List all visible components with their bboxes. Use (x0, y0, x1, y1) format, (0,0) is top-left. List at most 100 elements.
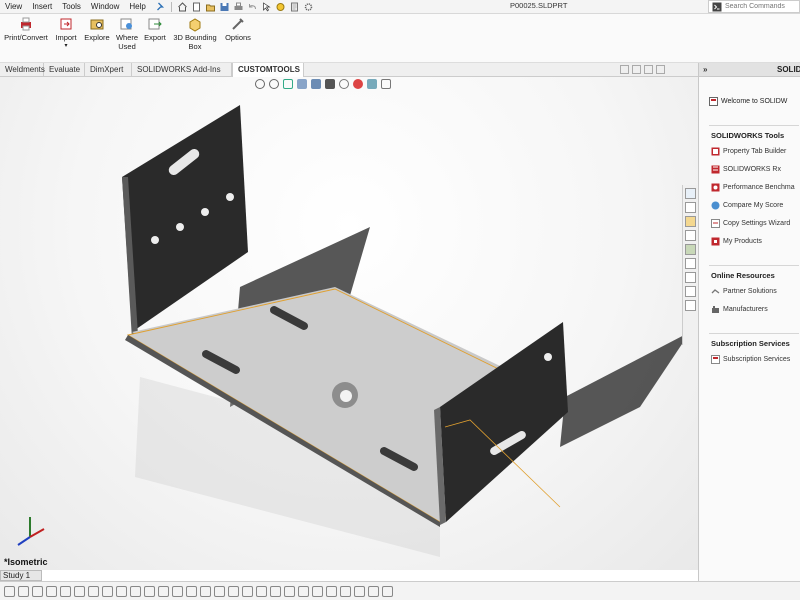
toolbar-divider (170, 1, 172, 12)
left-wall-hole-2 (176, 223, 184, 231)
welcome-label: Welcome to SOLIDW (721, 98, 788, 105)
import-dropdown-icon[interactable]: ▾ (64, 42, 67, 51)
bottom-tool-13[interactable] (172, 585, 183, 597)
bottom-tool-10[interactable] (130, 585, 141, 597)
where-used-button[interactable]: Where Used (113, 16, 141, 51)
export-button[interactable]: Export (142, 16, 168, 42)
options-gear-icon[interactable] (303, 2, 314, 12)
bottom-tool-2[interactable] (18, 585, 29, 597)
tab-evaluate[interactable]: Evaluate (44, 63, 85, 77)
collapse-chevron-icon[interactable]: » (703, 63, 715, 76)
study-tab[interactable]: Study 1 (0, 570, 42, 581)
bottom-tool-20[interactable] (270, 585, 281, 597)
bottom-tool-12[interactable] (158, 585, 169, 597)
resources-tab-icon[interactable] (685, 188, 696, 199)
bottom-tool-26[interactable] (354, 585, 365, 597)
tab-solidworks-add-ins[interactable]: SOLIDWORKS Add-Ins (132, 63, 232, 77)
3d-bounding-box-label: 3D Bounding Box (173, 33, 217, 51)
bottom-tool-5[interactable] (60, 585, 71, 597)
new-document-icon[interactable] (191, 2, 202, 12)
custom-properties-icon[interactable] (685, 258, 696, 269)
rebuild-icon[interactable] (275, 2, 286, 12)
welcome-link[interactable]: Welcome to SOLIDW (709, 97, 787, 106)
bottom-tool-25[interactable] (340, 585, 351, 597)
solidworks-rx-link[interactable]: SOLIDWORKS Rx (711, 165, 781, 174)
print-icon[interactable] (233, 2, 244, 12)
bottom-tool-11[interactable] (144, 585, 155, 597)
document-title: P00025.SLDPRT (510, 1, 568, 10)
import-button[interactable]: Import ▾ (52, 16, 80, 51)
menu-view[interactable]: View (0, 2, 27, 11)
save-icon[interactable] (219, 2, 230, 12)
right-wall-hole (544, 353, 552, 361)
bottom-tool-16[interactable] (214, 585, 225, 597)
compare-my-score-link[interactable]: Compare My Score (711, 201, 783, 210)
partner-solutions-link[interactable]: Partner Solutions (711, 287, 777, 296)
bottom-tool-17[interactable] (228, 585, 239, 597)
performance-benchmark-label: Performance Benchma (723, 184, 795, 191)
manufacturers-link[interactable]: Manufacturers (711, 305, 768, 314)
file-properties-icon[interactable] (289, 2, 300, 12)
bottom-tool-23[interactable] (312, 585, 323, 597)
select-icon[interactable] (261, 1, 272, 12)
bottom-tool-8[interactable] (102, 585, 113, 597)
bottom-tool-22[interactable] (298, 585, 309, 597)
bottom-tool-3[interactable] (32, 585, 43, 597)
left-wall[interactable] (122, 105, 248, 332)
section-divider (709, 125, 799, 126)
tab-dimxpert[interactable]: DimXpert (85, 63, 132, 77)
home-icon[interactable] (177, 1, 188, 12)
performance-benchmark-link[interactable]: Performance Benchma (711, 183, 795, 192)
pin-icon[interactable] (155, 2, 166, 12)
feature-tree-icon[interactable] (685, 286, 696, 297)
graphics-area[interactable]: *Isometric (0, 77, 698, 570)
bottom-tool-1[interactable] (4, 585, 15, 597)
copy-settings-wizard-label: Copy Settings Wizard (723, 220, 791, 227)
solidworks-forum-icon[interactable] (685, 272, 696, 283)
file-explorer-icon[interactable] (685, 216, 696, 227)
appearances-icon[interactable] (685, 244, 696, 255)
bottom-tool-19[interactable] (256, 585, 267, 597)
menu-insert[interactable]: Insert (27, 2, 57, 11)
tab-customtools[interactable]: CUSTOMTOOLS (232, 63, 304, 77)
help-icon[interactable] (685, 300, 696, 311)
view-palette-icon[interactable] (685, 230, 696, 241)
subscription-services-link[interactable]: Subscription Services (711, 355, 790, 364)
menu-window[interactable]: Window (86, 2, 124, 11)
print-convert-button[interactable]: Print/Convert (2, 16, 50, 42)
tab-weldments[interactable]: Weldments (0, 63, 45, 77)
menu-help[interactable]: Help (124, 2, 150, 11)
search-input[interactable] (725, 3, 795, 10)
bottom-tool-9[interactable] (116, 585, 127, 597)
menu-tools[interactable]: Tools (57, 2, 86, 11)
coordinate-triad-icon (17, 517, 45, 546)
options-button[interactable]: Options (222, 16, 254, 42)
property-tab-builder-link[interactable]: Property Tab Builder (711, 147, 786, 156)
restore-icon[interactable] (632, 65, 641, 74)
bottom-tool-27[interactable] (368, 585, 379, 597)
bottom-tool-14[interactable] (186, 585, 197, 597)
bottom-tool-21[interactable] (284, 585, 295, 597)
undo-icon[interactable] (247, 2, 258, 12)
solidworks-rx-label: SOLIDWORKS Rx (723, 166, 781, 173)
bottom-tool-4[interactable] (46, 585, 57, 597)
bottom-tool-6[interactable] (74, 585, 85, 597)
export-icon (148, 18, 162, 30)
menu-bar: View Insert Tools Window Help P00025.SLD… (0, 0, 800, 14)
my-products-link[interactable]: My Products (711, 237, 762, 246)
bottom-tool-28[interactable] (382, 585, 393, 597)
search-commands-box[interactable] (708, 0, 800, 13)
bottom-tool-15[interactable] (200, 585, 211, 597)
3d-bounding-box-button[interactable]: 3D Bounding Box (170, 16, 220, 51)
copy-settings-wizard-link[interactable]: Copy Settings Wizard (711, 219, 790, 228)
close-icon[interactable] (656, 65, 665, 74)
bottom-tool-18[interactable] (242, 585, 253, 597)
part-model[interactable] (0, 77, 698, 570)
maximize-icon[interactable] (644, 65, 653, 74)
explore-button[interactable]: Explore (82, 16, 112, 42)
tile-icon[interactable] (620, 65, 629, 74)
design-library-icon[interactable] (685, 202, 696, 213)
bottom-tool-7[interactable] (88, 585, 99, 597)
open-icon[interactable] (205, 2, 216, 12)
bottom-tool-24[interactable] (326, 585, 337, 597)
